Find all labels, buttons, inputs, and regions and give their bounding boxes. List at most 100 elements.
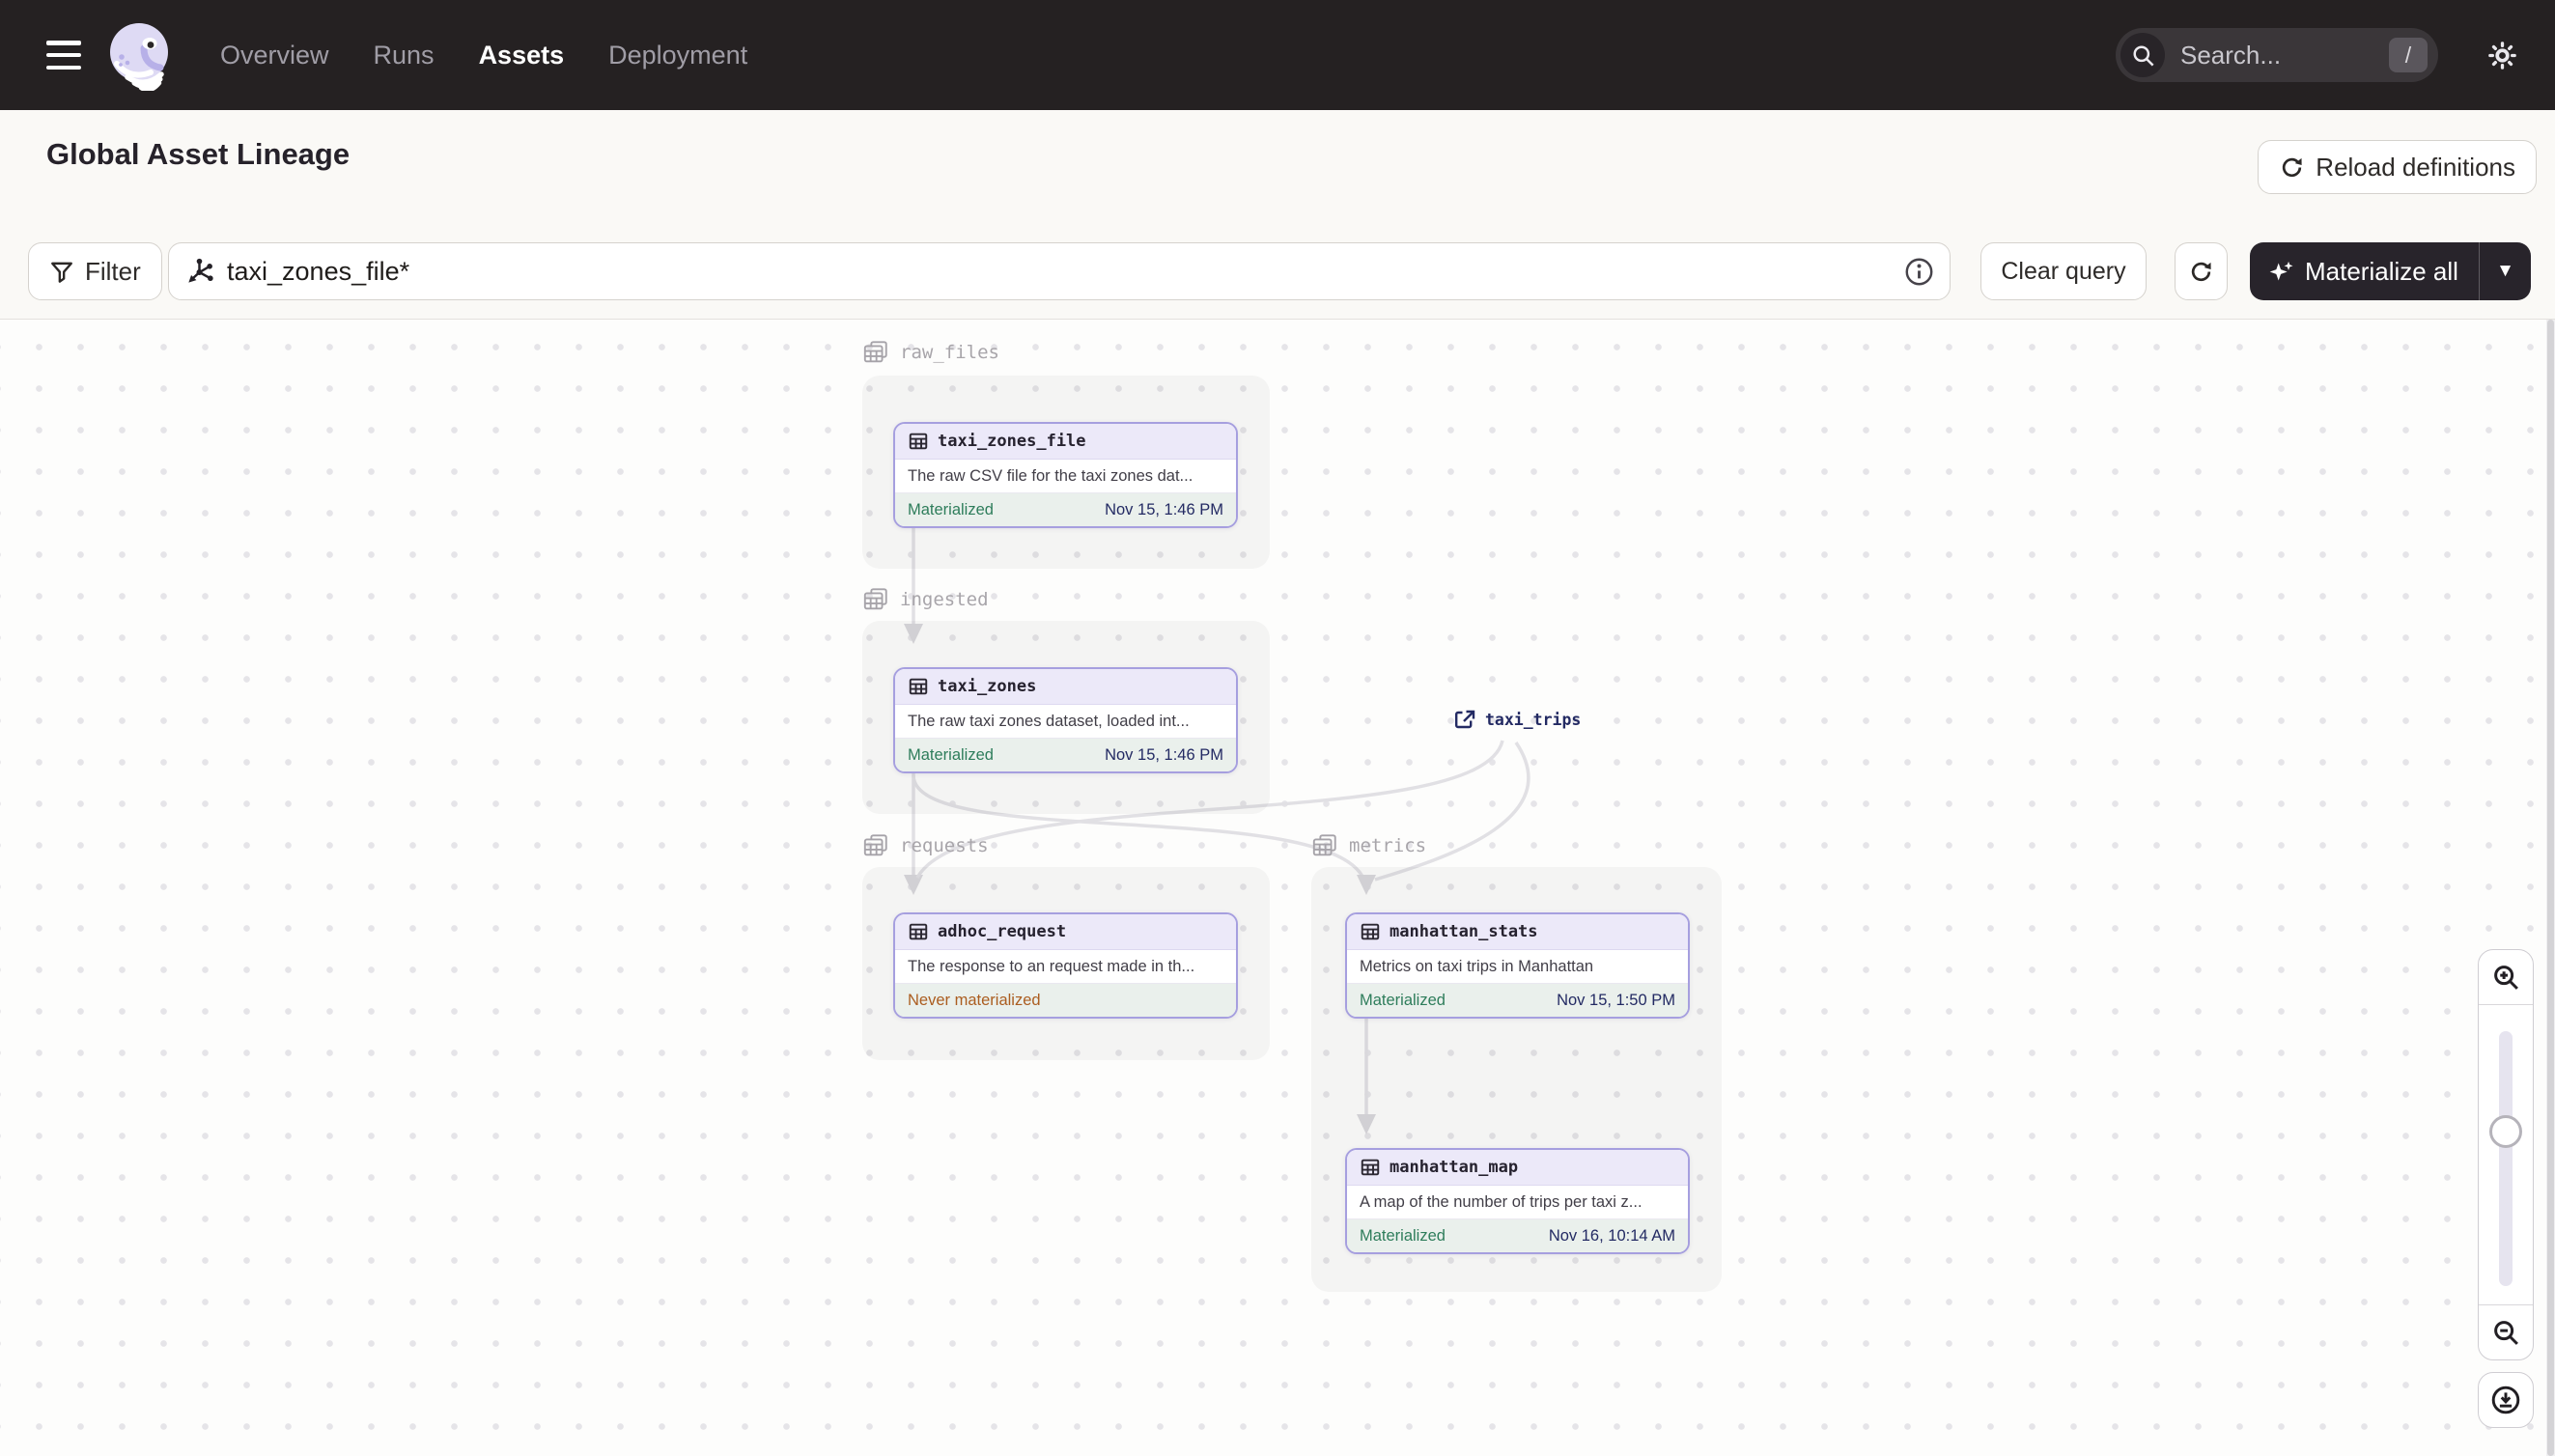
asset-node-header: adhoc_request	[895, 914, 1236, 950]
clear-query-button[interactable]: Clear query	[1980, 242, 2147, 300]
dagster-logo[interactable]	[104, 14, 176, 97]
asset-node-header: manhattan_map	[1347, 1150, 1688, 1186]
group-name: raw_files	[900, 342, 999, 363]
group-label-metrics[interactable]: metrics	[1311, 832, 1426, 859]
nav-link-deployment[interactable]: Deployment	[608, 41, 747, 70]
asset-name: taxi_zones	[938, 677, 1037, 696]
materialize-split-button: Materialize all ▼	[2250, 242, 2531, 300]
asset-description: Metrics on taxi trips in Manhattan	[1347, 950, 1688, 984]
materialization-timestamp: Nov 16, 10:14 AM	[1548, 1226, 1675, 1245]
filter-button-label: Filter	[85, 256, 141, 286]
lineage-canvas[interactable]: raw_files ingested requests metrics taxi…	[0, 320, 2555, 1456]
asset-selection-input[interactable]: taxi_zones_file*	[168, 242, 1951, 300]
asset-node-taxi_zones[interactable]: taxi_zones The raw taxi zones dataset, l…	[893, 667, 1238, 773]
asset-status-bar: Materialized Nov 16, 10:14 AM	[1347, 1219, 1688, 1252]
table-icon	[909, 923, 928, 940]
materialization-status: Materialized	[908, 500, 994, 518]
page-header: Global Asset Lineage Reload definitions	[0, 110, 2555, 207]
materialization-status: Materialized	[908, 745, 994, 764]
external-asset-taxi_trips[interactable]: taxi_trips	[1452, 708, 1581, 731]
table-icon	[1361, 923, 1380, 940]
asset-name: taxi_zones_file	[938, 432, 1086, 451]
group-label-requests[interactable]: requests	[862, 832, 989, 859]
dagster-logo-icon	[110, 23, 168, 91]
download-image-button[interactable]	[2478, 1372, 2534, 1428]
zoom-toolbar	[2478, 949, 2534, 1360]
top-nav: Overview Runs Assets Deployment Search..…	[0, 0, 2555, 110]
asset-node-header: taxi_zones	[895, 669, 1236, 705]
nav-link-overview[interactable]: Overview	[220, 41, 329, 70]
asset-status-bar: Materialized Nov 15, 1:46 PM	[895, 493, 1236, 526]
asset-status-bar: Materialized Nov 15, 1:50 PM	[1347, 984, 1688, 1017]
group-tables-icon	[863, 341, 887, 363]
asset-node-header: manhattan_stats	[1347, 914, 1688, 950]
asset-name: adhoc_request	[938, 922, 1067, 941]
external-asset-name: taxi_trips	[1485, 710, 1582, 729]
group-name: metrics	[1349, 835, 1427, 856]
vertical-scrollbar-thumb[interactable]	[2547, 320, 2554, 1456]
materialization-status: Materialized	[1360, 991, 1446, 1009]
materialize-all-button[interactable]: Materialize all	[2250, 242, 2479, 300]
filter-funnel-icon	[51, 262, 72, 283]
zoom-out-button[interactable]	[2479, 1304, 2533, 1359]
nav-link-assets[interactable]: Assets	[479, 41, 565, 70]
asset-node-adhoc_request[interactable]: adhoc_request The response to an request…	[893, 912, 1238, 1019]
asset-node-manhattan_stats[interactable]: manhattan_stats Metrics on taxi trips in…	[1345, 912, 1690, 1019]
asset-name: manhattan_stats	[1390, 922, 1538, 941]
asset-node-manhattan_map[interactable]: manhattan_map A map of the number of tri…	[1345, 1148, 1690, 1254]
group-name: ingested	[900, 589, 989, 610]
table-icon	[909, 678, 928, 695]
group-label-ingested[interactable]: ingested	[862, 586, 989, 613]
lineage-edges	[904, 528, 1530, 1134]
materialization-timestamp: Nov 15, 1:46 PM	[1105, 745, 1223, 764]
info-icon[interactable]	[1904, 257, 1934, 287]
asset-description: The raw taxi zones dataset, loaded int..…	[895, 705, 1236, 739]
materialization-status: Never materialized	[908, 991, 1041, 1009]
materialize-dropdown-caret[interactable]: ▼	[2479, 242, 2531, 300]
asset-description: The response to an request made in th...	[895, 950, 1236, 984]
group-tables-icon	[863, 588, 887, 610]
zoom-in-button[interactable]	[2479, 950, 2533, 1005]
search-shortcut-badge: /	[2389, 38, 2428, 72]
zoom-slider-thumb[interactable]	[2489, 1115, 2522, 1148]
lineage-toolbar: Filter taxi_zones_file* Clear query Mate…	[0, 207, 2555, 320]
vertical-scrollbar[interactable]	[2546, 320, 2555, 1456]
reload-icon	[2283, 157, 2302, 177]
zoom-in-icon	[2494, 966, 2518, 990]
search-input[interactable]: Search... /	[2116, 28, 2438, 82]
settings-gear-icon[interactable]	[2486, 40, 2518, 71]
group-tables-icon	[863, 834, 887, 856]
zoom-out-icon	[2494, 1321, 2518, 1345]
filter-button[interactable]: Filter	[28, 242, 162, 300]
nav-links: Overview Runs Assets Deployment	[220, 41, 747, 70]
reload-definitions-button[interactable]: Reload definitions	[2258, 140, 2537, 194]
sparkle-icon	[2269, 261, 2293, 280]
group-name: requests	[900, 835, 989, 856]
asset-node-header: taxi_zones_file	[895, 424, 1236, 460]
download-icon	[2491, 1386, 2520, 1414]
zoom-slider[interactable]	[2499, 1031, 2513, 1286]
materialization-timestamp: Nov 15, 1:50 PM	[1557, 991, 1675, 1009]
asset-description: The raw CSV file for the taxi zones dat.…	[895, 460, 1236, 493]
search-icon	[2120, 33, 2165, 77]
nav-link-runs[interactable]: Runs	[374, 41, 435, 70]
asset-graph-query-icon	[184, 257, 214, 287]
asset-name: manhattan_map	[1390, 1158, 1519, 1177]
asset-selection-value: taxi_zones_file*	[227, 256, 410, 286]
group-tables-icon	[1312, 834, 1336, 856]
materialize-all-label: Materialize all	[2305, 256, 2458, 286]
group-label-raw_files[interactable]: raw_files	[862, 339, 999, 366]
page-title: Global Asset Lineage	[46, 137, 351, 171]
reload-definitions-label: Reload definitions	[2316, 152, 2515, 182]
refresh-button[interactable]	[2175, 242, 2228, 300]
external-link-icon	[1455, 710, 1475, 729]
table-icon	[1361, 1159, 1380, 1176]
menu-icon[interactable]	[46, 41, 83, 70]
search-placeholder: Search...	[2180, 40, 2282, 70]
asset-description: A map of the number of trips per taxi z.…	[1347, 1186, 1688, 1219]
materialization-status: Materialized	[1360, 1226, 1446, 1245]
materialization-timestamp: Nov 15, 1:46 PM	[1105, 500, 1223, 518]
table-icon	[909, 433, 928, 450]
refresh-icon	[2191, 262, 2211, 281]
asset-node-taxi_zones_file[interactable]: taxi_zones_file The raw CSV file for the…	[893, 422, 1238, 528]
